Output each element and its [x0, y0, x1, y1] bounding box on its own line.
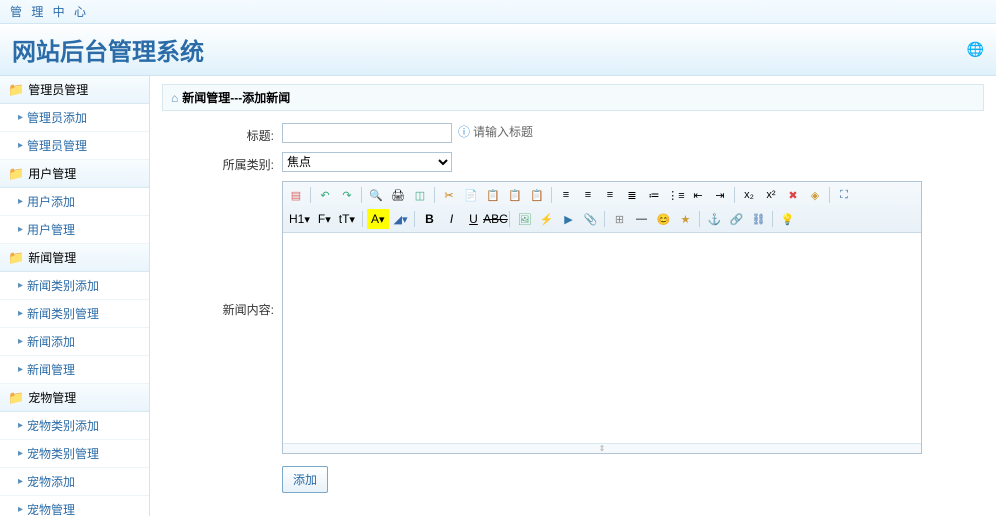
template-icon[interactable]: ◫ [410, 185, 430, 205]
fullscreen-icon[interactable]: ⛶ [834, 185, 854, 205]
image-icon[interactable]: 🖼 [514, 209, 534, 229]
sidebar-item-petcat-manage[interactable]: 宠物类别管理 [0, 440, 149, 468]
sidebar-item-news-add[interactable]: 新闻添加 [0, 328, 149, 356]
paste-word-icon[interactable]: 📋 [527, 185, 547, 205]
sidebar-item-admin-add[interactable]: 管理员添加 [0, 104, 149, 132]
header: 网站后台管理系统 🌐 [0, 24, 996, 76]
clear-icon[interactable]: ✖ [783, 185, 803, 205]
file-icon[interactable]: 📎 [580, 209, 600, 229]
editor-body[interactable] [283, 233, 921, 443]
row-content: 新闻内容: ▤ ↶ ↷ 🔍 🖨 ◫ ✂ 📄 📋 📋 📋 [162, 181, 984, 454]
sidebar-item-news-manage[interactable]: 新闻管理 [0, 356, 149, 384]
list-ol-icon[interactable]: ≔ [644, 185, 664, 205]
title-label: 标题: [162, 123, 282, 144]
folder-icon: 📁 [8, 390, 24, 406]
fontsize-select[interactable]: tT▾ [336, 209, 358, 229]
align-right-icon[interactable]: ≡ [600, 185, 620, 205]
title-input[interactable] [282, 123, 452, 143]
preview-icon[interactable]: 🔍 [366, 185, 386, 205]
main-layout: 📁管理员管理 管理员添加 管理员管理 📁用户管理 用户添加 用户管理 📁新闻管理… [0, 76, 996, 516]
undo-icon[interactable]: ↶ [315, 185, 335, 205]
menu-group-news[interactable]: 📁新闻管理 [0, 244, 149, 272]
unlink-icon[interactable]: ⛓ [748, 209, 768, 229]
special-icon[interactable]: ★ [675, 209, 695, 229]
row-category: 所属类别: 焦点 [162, 152, 984, 173]
outdent-icon[interactable]: ⇤ [688, 185, 708, 205]
table-icon[interactable]: ⊞ [609, 209, 629, 229]
system-title: 网站后台管理系统 [12, 32, 204, 67]
folder-icon: 📁 [8, 82, 24, 98]
sidebar-item-petcat-add[interactable]: 宠物类别添加 [0, 412, 149, 440]
paste-text-icon[interactable]: 📋 [505, 185, 525, 205]
sidebar-item-pet-add[interactable]: 宠物添加 [0, 468, 149, 496]
strike-icon[interactable]: ABC [485, 209, 505, 229]
sidebar: 📁管理员管理 管理员添加 管理员管理 📁用户管理 用户添加 用户管理 📁新闻管理… [0, 76, 150, 516]
select-all-icon[interactable]: ◈ [805, 185, 825, 205]
home-icon[interactable]: ⌂ [171, 91, 178, 105]
copy-icon[interactable]: 📄 [461, 185, 481, 205]
folder-icon: 📁 [8, 250, 24, 266]
breadcrumb-text: 新闻管理---添加新闻 [182, 89, 290, 106]
hr-icon[interactable]: — [631, 209, 651, 229]
submit-button[interactable]: 添加 [282, 466, 328, 493]
title-hint: ⓘ请输入标题 [458, 123, 533, 140]
content-label: 新闻内容: [162, 181, 282, 318]
breadcrumb: ⌂ 新闻管理---添加新闻 [162, 84, 984, 111]
link-icon[interactable]: 🔗 [726, 209, 746, 229]
media-icon[interactable]: ▶ [558, 209, 578, 229]
rich-editor: ▤ ↶ ↷ 🔍 🖨 ◫ ✂ 📄 📋 📋 📋 ≡ ≡ [282, 181, 922, 454]
sub-icon[interactable]: x₂ [739, 185, 759, 205]
folder-icon: 📁 [8, 166, 24, 182]
underline-icon[interactable]: U [463, 209, 483, 229]
redo-icon[interactable]: ↷ [337, 185, 357, 205]
menu-group-admin[interactable]: 📁管理员管理 [0, 76, 149, 104]
italic-icon[interactable]: I [441, 209, 461, 229]
fontcolor-select[interactable]: A▾ [367, 209, 389, 229]
editor-toolbar: ▤ ↶ ↷ 🔍 🖨 ◫ ✂ 📄 📋 📋 📋 ≡ ≡ [283, 182, 921, 233]
info-icon: ⓘ [458, 123, 470, 140]
source-icon[interactable]: ▤ [286, 185, 306, 205]
menu-group-user[interactable]: 📁用户管理 [0, 160, 149, 188]
globe-icon[interactable]: 🌐 [967, 41, 984, 58]
flash-icon[interactable]: ⚡ [536, 209, 556, 229]
paste-icon[interactable]: 📋 [483, 185, 503, 205]
align-justify-icon[interactable]: ≣ [622, 185, 642, 205]
about-icon[interactable]: 💡 [777, 209, 797, 229]
category-label: 所属类别: [162, 152, 282, 173]
fontfamily-select[interactable]: F▾ [315, 209, 334, 229]
heading-select[interactable]: H1▾ [286, 209, 313, 229]
sidebar-item-newscat-add[interactable]: 新闻类别添加 [0, 272, 149, 300]
emoji-icon[interactable]: 😊 [653, 209, 673, 229]
topbar-title[interactable]: 管 理 中 心 [10, 5, 89, 19]
cut-icon[interactable]: ✂ [439, 185, 459, 205]
list-ul-icon[interactable]: ⋮≡ [666, 185, 686, 205]
menu-group-pet[interactable]: 📁宠物管理 [0, 384, 149, 412]
category-select[interactable]: 焦点 [282, 152, 452, 172]
sidebar-item-newscat-manage[interactable]: 新闻类别管理 [0, 300, 149, 328]
sidebar-item-pet-manage[interactable]: 宠物管理 [0, 496, 149, 516]
bold-icon[interactable]: B [419, 209, 439, 229]
anchor-icon[interactable]: ⚓ [704, 209, 724, 229]
print-icon[interactable]: 🖨 [388, 185, 408, 205]
resize-handle[interactable]: ⇕ [283, 443, 921, 453]
sup-icon[interactable]: x² [761, 185, 781, 205]
align-left-icon[interactable]: ≡ [556, 185, 576, 205]
content-area: ⌂ 新闻管理---添加新闻 标题: ⓘ请输入标题 所属类别: 焦点 新闻内容: … [150, 76, 996, 516]
bgcolor-select[interactable]: ◢▾ [391, 209, 411, 229]
sidebar-item-user-add[interactable]: 用户添加 [0, 188, 149, 216]
row-title: 标题: ⓘ请输入标题 [162, 123, 984, 144]
indent-icon[interactable]: ⇥ [710, 185, 730, 205]
sidebar-item-admin-manage[interactable]: 管理员管理 [0, 132, 149, 160]
align-center-icon[interactable]: ≡ [578, 185, 598, 205]
sidebar-item-user-manage[interactable]: 用户管理 [0, 216, 149, 244]
topbar: 管 理 中 心 [0, 0, 996, 24]
